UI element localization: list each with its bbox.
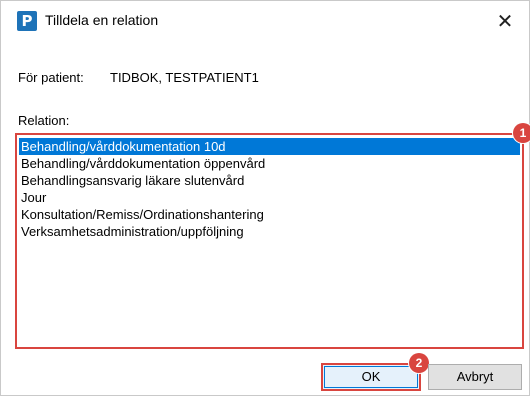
relation-item-jour[interactable]: Jour <box>19 189 520 206</box>
patient-label: För patient: <box>18 70 84 85</box>
annotation-badge-2: 2 <box>409 353 429 373</box>
relation-item-behandling-10d[interactable]: Behandling/vårddokumentation 10d <box>19 138 520 155</box>
title-bar: P Tilldela en relation ✕ <box>1 1 529 41</box>
relation-item-behandlingsansvarig[interactable]: Behandlingsansvarig läkare slutenvård <box>19 172 520 189</box>
window-title: Tilldela en relation <box>45 12 159 28</box>
patient-name: TIDBOK, TESTPATIENT1 <box>110 70 259 85</box>
relation-item-konsultation[interactable]: Konsultation/Remiss/Ordinationshantering <box>19 206 520 223</box>
cancel-button[interactable]: Avbryt <box>428 364 522 390</box>
relation-listbox[interactable]: Behandling/vårddokumentation 10d Behandl… <box>15 133 524 349</box>
relation-label: Relation: <box>18 113 70 128</box>
app-logo-icon: P <box>17 11 37 31</box>
annotation-badge-1: 1 <box>513 123 530 143</box>
close-button[interactable]: ✕ <box>491 7 519 35</box>
relation-item-behandling-oppenvard[interactable]: Behandling/vårddokumentation öppenvård <box>19 155 520 172</box>
relation-item-verksamhetsadministration[interactable]: Verksamhetsadministration/uppföljning <box>19 223 520 240</box>
assign-relation-dialog: P Tilldela en relation ✕ För patient: TI… <box>0 0 530 396</box>
ok-button[interactable]: OK <box>321 363 421 391</box>
close-icon: ✕ <box>496 9 514 33</box>
